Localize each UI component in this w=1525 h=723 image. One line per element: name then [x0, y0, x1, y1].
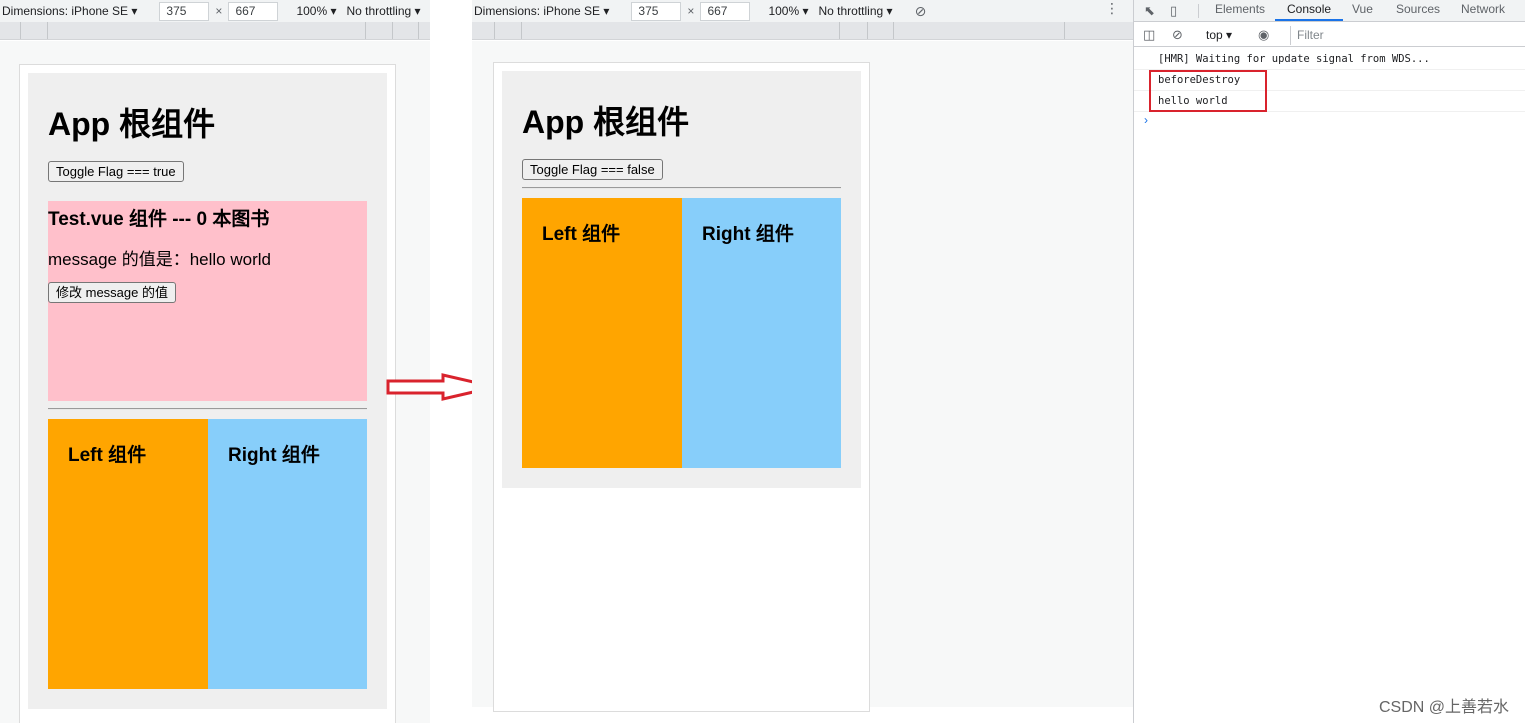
message-text: message 的值是：hello world [48, 250, 271, 269]
times-sign: × [215, 4, 223, 18]
app-title: App 根组件 [48, 106, 216, 142]
toggle-flag-button[interactable]: Toggle Flag === true [48, 161, 184, 182]
left-component: Left 组件 [48, 419, 208, 689]
device-toolbar-after: Dimensions: iPhone SE ▾ 375 × 667 100% ▾… [472, 0, 1133, 22]
console-log-line: [HMR] Waiting for update signal from WDS… [1134, 49, 1525, 70]
console-toolbar: ◫ ⊘ top ▾ ◉ Filter [1134, 23, 1525, 47]
zoom-select[interactable]: 100% ▾ [296, 4, 336, 18]
media-query-ruler[interactable] [472, 22, 1133, 40]
eye-icon[interactable]: ◉ [1258, 27, 1269, 43]
device-frame-before: App 根组件 Toggle Flag === true Test.vue 组件… [19, 64, 396, 723]
media-query-ruler[interactable] [0, 22, 430, 40]
left-title: Left 组件 [542, 224, 621, 245]
tab-network[interactable]: Network [1461, 0, 1505, 21]
device-toolbar-before: Dimensions: iPhone SE ▾ 375 × 667 100% ▾… [0, 0, 430, 22]
modify-message-button[interactable]: 修改 message 的值 [48, 282, 176, 303]
height-input[interactable]: 667 [228, 1, 279, 21]
context-select[interactable]: top ▾ [1206, 28, 1232, 42]
divider [522, 187, 841, 189]
watermark: CSDN @上善若水 [1378, 699, 1509, 716]
more-options-icon[interactable]: ⋮ [1105, 0, 1119, 17]
device-toggle-icon[interactable]: ▯ [1170, 3, 1177, 19]
rotate-icon[interactable]: ⊘ [915, 3, 927, 20]
tab-sources[interactable]: Sources [1396, 0, 1440, 21]
width-input[interactable]: 375 [631, 1, 682, 21]
tab-console[interactable]: Console [1275, 0, 1344, 21]
console-prompt-icon[interactable]: › [1144, 113, 1148, 127]
zoom-select[interactable]: 100% ▾ [768, 4, 808, 18]
toggle-flag-button[interactable]: Toggle Flag === false [522, 159, 663, 180]
sidebar-toggle-icon[interactable]: ◫ [1143, 27, 1155, 43]
device-select[interactable]: Dimensions: iPhone SE ▾ [474, 4, 609, 18]
device-select[interactable]: Dimensions: iPhone SE ▾ [2, 4, 137, 18]
throttling-select[interactable]: No throttling ▾ [347, 4, 421, 18]
left-title: Left 组件 [68, 445, 147, 466]
divider [48, 408, 367, 410]
highlight-box [1149, 70, 1267, 112]
right-title: Right 组件 [702, 224, 794, 245]
app-root: App 根组件 Toggle Flag === false Left 组件 Ri… [502, 71, 861, 488]
app-title: App 根组件 [522, 104, 690, 140]
right-component: Right 组件 [208, 419, 367, 689]
height-input[interactable]: 667 [700, 1, 751, 21]
tab-vue[interactable]: Vue [1352, 0, 1373, 21]
left-component: Left 组件 [522, 198, 682, 468]
right-title: Right 组件 [228, 445, 320, 466]
devtools-tabbar: ⬉ ▯ Elements Console Vue Sources Network [1134, 0, 1525, 22]
device-frame-after: App 根组件 Toggle Flag === false Left 组件 Ri… [493, 62, 870, 712]
width-input[interactable]: 375 [159, 1, 210, 21]
console-filter-input[interactable]: Filter [1290, 26, 1525, 45]
throttling-select[interactable]: No throttling ▾ [819, 4, 893, 18]
tab-separator [1198, 4, 1199, 18]
inspect-element-icon[interactable]: ⬉ [1144, 3, 1155, 19]
tab-elements[interactable]: Elements [1215, 0, 1265, 21]
test-title: Test.vue 组件 --- 0 本图书 [48, 209, 270, 230]
devtools-panel: ⬉ ▯ Elements Console Vue Sources Network… [1133, 0, 1525, 723]
test-component: Test.vue 组件 --- 0 本图书 message 的值是：hello … [48, 201, 367, 401]
clear-console-icon[interactable]: ⊘ [1172, 27, 1183, 43]
app-root: App 根组件 Toggle Flag === true Test.vue 组件… [28, 73, 387, 709]
right-component: Right 组件 [682, 198, 841, 468]
times-sign: × [687, 4, 695, 18]
